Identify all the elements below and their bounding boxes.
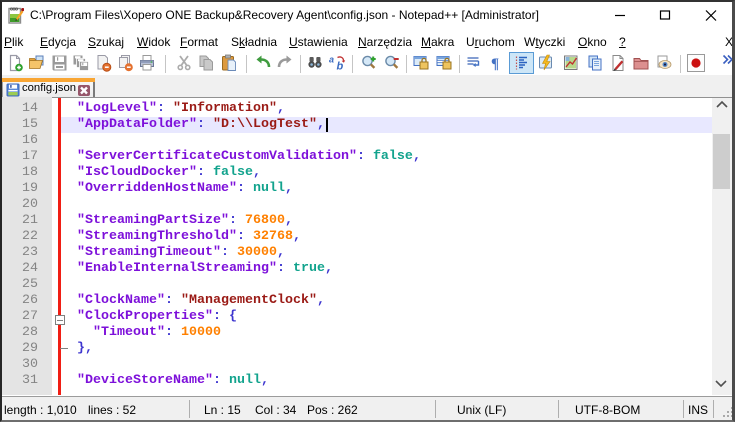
- svg-text:b: b: [337, 61, 344, 73]
- svg-text:a: a: [329, 55, 334, 65]
- svg-text:¶: ¶: [491, 56, 499, 72]
